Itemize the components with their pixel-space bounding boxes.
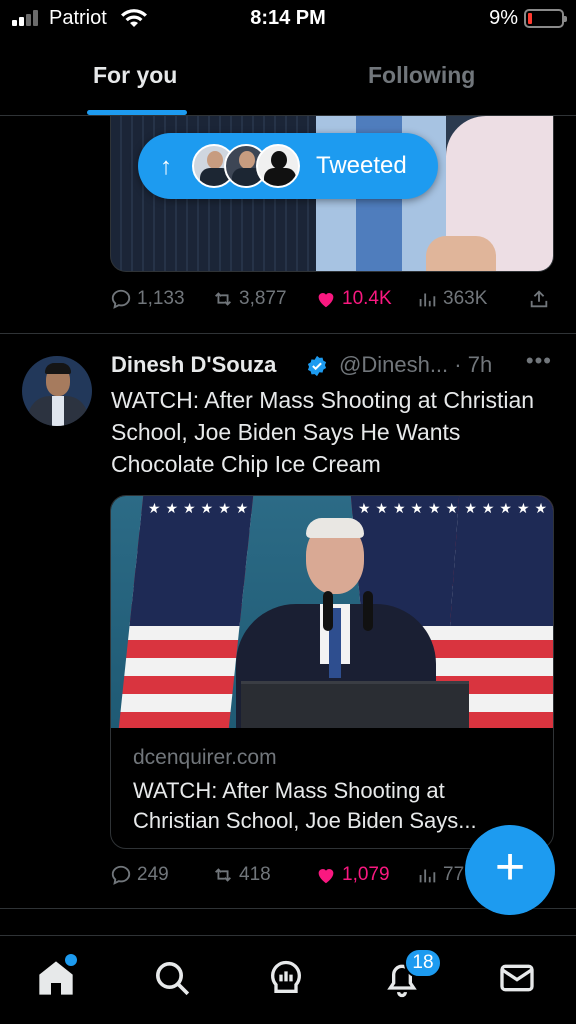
like-button[interactable]: 10.4K [315, 288, 392, 310]
reply-icon [111, 289, 131, 309]
battery-icon [524, 9, 567, 28]
tab-following[interactable]: Following [368, 62, 475, 89]
home-unread-dot [65, 954, 77, 966]
more-options-icon[interactable]: ••• [526, 348, 552, 374]
verified-badge-icon [307, 355, 327, 377]
reply-count: 249 [137, 864, 169, 885]
card-domain: dcenquirer.com [133, 746, 277, 769]
tweet-divider [0, 333, 576, 334]
nav-search[interactable] [152, 958, 196, 1002]
tweet-header: Dinesh D'Souza @Dinesh... · 7h ••• [111, 348, 556, 382]
tweet-text: WATCH: After Mass Shooting at Christian … [111, 387, 535, 477]
nav-home[interactable] [36, 954, 80, 1002]
like-button[interactable]: 1,079 [315, 864, 390, 886]
author-avatar[interactable] [22, 356, 92, 426]
retweet-count: 3,877 [239, 288, 287, 309]
avatar [256, 144, 300, 188]
retweet-icon [215, 868, 231, 882]
new-tweets-pill[interactable]: ↑ Tweeted [138, 133, 438, 199]
status-bar: Patriot 8:14 PM 9% [0, 0, 576, 40]
heart-icon [318, 869, 334, 884]
views-count: 363K [443, 288, 488, 309]
compose-tweet-button[interactable]: + [465, 825, 555, 915]
tweet-actions: 1,133 3,877 10.4K 363K [110, 288, 554, 318]
nav-notifications[interactable]: 18 [382, 948, 442, 1002]
retweet-icon [215, 292, 231, 306]
arrow-up-icon: ↑ [160, 153, 172, 180]
card-image: ★★★★★★★★★★★★★★★★★★★★★★★★★★★★★★★★★★ ★★★★★… [111, 496, 553, 728]
nav-spaces[interactable] [266, 958, 310, 1002]
views-chart-icon [419, 293, 436, 307]
author-name[interactable]: Dinesh D'Souza [111, 352, 276, 378]
heart-icon [318, 293, 334, 308]
active-tab-indicator [87, 110, 187, 115]
search-icon [156, 962, 190, 996]
nav-messages[interactable] [497, 958, 541, 1002]
reply-icon [111, 865, 131, 885]
spaces-icon [271, 960, 301, 993]
bottom-nav: 18 [0, 935, 576, 1024]
retweet-button[interactable]: 418 [212, 864, 271, 886]
views-button[interactable]: 77 [416, 864, 464, 886]
timeline-tabs: For you Following [0, 40, 576, 116]
share-icon [530, 290, 548, 308]
views-count: 77 [443, 864, 465, 885]
views-chart-icon [419, 869, 436, 883]
reply-count: 1,133 [137, 288, 185, 309]
battery-percent: 9% [489, 7, 518, 29]
card-title: WATCH: After Mass Shooting at Christian … [133, 778, 477, 833]
views-button[interactable]: 363K [416, 288, 487, 310]
retweet-count: 418 [239, 864, 271, 885]
tweeted-label: Tweeted [316, 152, 407, 179]
like-count: 1,079 [342, 864, 390, 885]
author-handle-timestamp: @Dinesh... · 7h [339, 352, 493, 377]
notifications-badge: 18 [404, 948, 442, 978]
reply-button[interactable]: 1,133 [110, 288, 185, 310]
mail-icon [500, 964, 534, 992]
link-preview-card[interactable]: ★★★★★★★★★★★★★★★★★★★★★★★★★★★★★★★★★★ ★★★★★… [110, 495, 554, 849]
retweet-button[interactable]: 3,877 [212, 288, 287, 310]
reply-button[interactable]: 249 [110, 864, 169, 886]
share-button[interactable] [528, 288, 550, 310]
tab-for-you[interactable]: For you [93, 62, 177, 89]
like-count: 10.4K [342, 288, 392, 309]
